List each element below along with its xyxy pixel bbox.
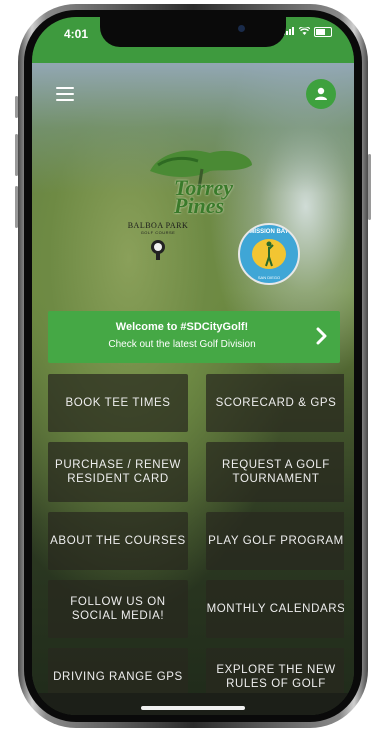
balboa-park-logo: BALBOA PARK GOLF COURSE [118, 221, 198, 261]
golfer-icon [264, 241, 274, 267]
purchase-renew-resident-card-button[interactable]: PURCHASE / RENEW RESIDENT CARD [48, 442, 188, 502]
power-button [368, 154, 371, 220]
banner-subtitle: Check out the latest Golf Division [108, 339, 256, 350]
monthly-calendars-button[interactable]: MONTHLY CALENDARS [206, 580, 344, 638]
chevron-right-icon [316, 327, 327, 345]
tile-label: EXPLORE THE NEW RULES OF GOLF [216, 664, 336, 690]
wifi-icon [298, 26, 314, 38]
balboa-park-subtitle: GOLF COURSE [140, 230, 176, 235]
user-profile-icon[interactable] [306, 79, 336, 109]
menu-grid: BOOK TEE TIMES SCORECARD & GPS PURCHASE … [46, 374, 344, 704]
silent-switch [15, 96, 18, 118]
tile-label: PURCHASE / RENEW RESIDENT CARD [55, 459, 181, 485]
bottom-safe-area [32, 693, 354, 715]
balboa-tower-icon [148, 239, 168, 261]
status-time: 4:01 [64, 27, 89, 41]
mission-bay-subtitle: SAN DIEGO [257, 275, 281, 280]
volume-down-button [15, 186, 18, 228]
torrey-pines-wordmark: Torrey Pines [174, 175, 234, 218]
tile-label: REQUEST A GOLF TOURNAMENT [222, 459, 330, 485]
volume-up-button [15, 134, 18, 176]
hamburger-menu-icon[interactable] [56, 87, 74, 101]
app-screen: 4:01 Torrey Pines BALBOA PARK GOLF COURS… [32, 17, 354, 715]
tile-label: DRIVING RANGE GPS [53, 671, 183, 683]
balboa-park-name: BALBOA PARK [127, 221, 189, 230]
tile-label: MONTHLY CALENDARS [206, 603, 344, 615]
tile-label: ABOUT THE COURSES [50, 535, 186, 547]
mission-bay-logo: MISSION BAY SAN DIEGO [238, 223, 300, 285]
notch [100, 17, 286, 47]
banner-title: Welcome to #SDCityGolf! [115, 321, 249, 333]
tile-label: BOOK TEE TIMES [65, 397, 171, 409]
play-golf-program-button[interactable]: PLAY GOLF PROGRAM [206, 512, 344, 570]
tile-label: PLAY GOLF PROGRAM [208, 535, 344, 547]
status-icons [283, 26, 332, 38]
phone-frame: 4:01 Torrey Pines BALBOA PARK GOLF COURS… [15, 4, 371, 728]
scorecard-gps-button[interactable]: SCORECARD & GPS [206, 374, 344, 432]
request-golf-tournament-button[interactable]: REQUEST A GOLF TOURNAMENT [206, 442, 344, 502]
tile-label: FOLLOW US ON SOCIAL MEDIA! [70, 596, 166, 622]
about-the-courses-button[interactable]: ABOUT THE COURSES [48, 512, 188, 570]
front-camera [238, 25, 245, 32]
welcome-banner[interactable]: Welcome to #SDCityGolf! Check out the la… [48, 311, 340, 363]
tile-label: SCORECARD & GPS [215, 397, 337, 409]
follow-social-media-button[interactable]: FOLLOW US ON SOCIAL MEDIA! [48, 580, 188, 638]
battery-icon [314, 27, 332, 38]
mission-bay-title: MISSION BAY [249, 229, 289, 235]
book-tee-times-button[interactable]: BOOK TEE TIMES [48, 374, 188, 432]
torrey-pines-logo: Torrey Pines [140, 143, 260, 229]
home-indicator[interactable] [141, 706, 245, 710]
